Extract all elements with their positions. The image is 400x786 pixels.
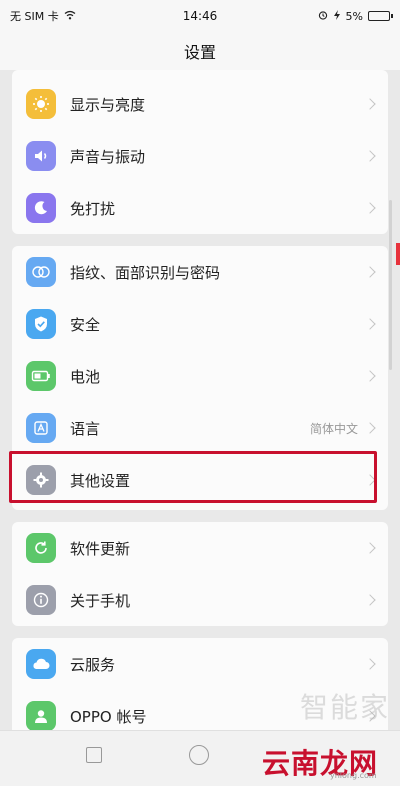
edge-accent: [396, 243, 400, 265]
cloud-icon: [26, 649, 56, 679]
page-title: 设置: [183, 43, 216, 62]
chevron-right-icon: [364, 594, 376, 606]
chevron-right-icon: [364, 474, 376, 486]
chevron-right-icon: [364, 202, 376, 214]
settings-item-battery[interactable]: 电池: [12, 350, 388, 402]
settings-item-label: 显示与亮度: [70, 95, 146, 114]
settings-item-sound[interactable]: 声音与振动: [12, 130, 388, 182]
carrier-text: 无 SIM 卡: [10, 10, 59, 23]
settings-item-cloud-service[interactable]: 云服务: [12, 638, 388, 690]
moon-icon: [26, 193, 56, 223]
alarm-icon: [318, 10, 328, 23]
chevron-right-icon: [364, 318, 376, 330]
settings-group-security: 指纹、面部识别与密码 安全 电池 语言 简体中文 其他设置: [12, 246, 388, 510]
settings-item-do-not-disturb[interactable]: 免打扰: [12, 182, 388, 234]
language-icon: [26, 413, 56, 443]
scrollbar[interactable]: [389, 200, 392, 370]
settings-item-label: 电池: [70, 367, 101, 386]
chevron-right-icon: [364, 658, 376, 670]
settings-list[interactable]: 显示与亮度 声音与振动 免打扰 指纹、面部识别与密码 安全 电池 语言 简体中文…: [0, 70, 400, 730]
brightness-icon: [26, 89, 56, 119]
settings-item-label: 软件更新: [70, 539, 131, 558]
watermark-url: ynlong.com: [330, 771, 377, 780]
account-icon: [26, 701, 56, 730]
settings-item-security[interactable]: 安全: [12, 298, 388, 350]
settings-item-about-phone[interactable]: 关于手机: [12, 574, 388, 626]
settings-item-label: 声音与振动: [70, 147, 146, 166]
settings-item-label: 语言: [70, 419, 101, 438]
wifi-icon: [64, 10, 76, 23]
battery-percent: 5%: [345, 9, 363, 23]
chevron-right-icon: [364, 150, 376, 162]
info-icon: [26, 585, 56, 615]
settings-item-other-settings[interactable]: 其他设置: [12, 454, 388, 506]
watermark-top: 智能家: [300, 691, 391, 724]
settings-group-display: 显示与亮度 声音与振动 免打扰: [12, 70, 388, 234]
clock: 14:46: [182, 9, 218, 23]
settings-item-display[interactable]: 显示与亮度: [12, 78, 388, 130]
settings-item-label: 关于手机: [70, 591, 131, 610]
status-bar: 无 SIM 卡 14:46 5%: [0, 0, 400, 32]
recent-apps-button[interactable]: [86, 747, 102, 763]
home-button[interactable]: [189, 745, 209, 765]
settings-item-fingerprint[interactable]: 指纹、面部识别与密码: [12, 246, 388, 298]
battery-icon: [368, 11, 393, 21]
settings-item-software-update[interactable]: 软件更新: [12, 522, 388, 574]
settings-item-label: 其他设置: [70, 471, 131, 490]
shield-icon: [26, 309, 56, 339]
settings-item-language[interactable]: 语言 简体中文: [12, 402, 388, 454]
chevron-right-icon: [364, 98, 376, 110]
settings-item-label: 免打扰: [70, 199, 116, 218]
fingerprint-face-icon: [26, 257, 56, 287]
refresh-icon: [26, 533, 56, 563]
settings-item-label: 指纹、面部识别与密码: [70, 263, 221, 282]
chevron-right-icon: [364, 370, 376, 382]
settings-item-label: 云服务: [70, 655, 116, 674]
settings-item-label: 安全: [70, 315, 101, 334]
chevron-right-icon: [364, 422, 376, 434]
page-title-bar: 设置: [0, 32, 400, 70]
charging-icon: [333, 9, 341, 23]
gear-icon: [26, 465, 56, 495]
settings-item-label: OPPO 帐号: [70, 707, 147, 726]
chevron-right-icon: [364, 542, 376, 554]
chevron-right-icon: [364, 266, 376, 278]
battery-icon: [26, 361, 56, 391]
settings-group-system: 软件更新 关于手机: [12, 522, 388, 626]
language-value: 简体中文: [309, 421, 358, 436]
speaker-icon: [26, 141, 56, 171]
